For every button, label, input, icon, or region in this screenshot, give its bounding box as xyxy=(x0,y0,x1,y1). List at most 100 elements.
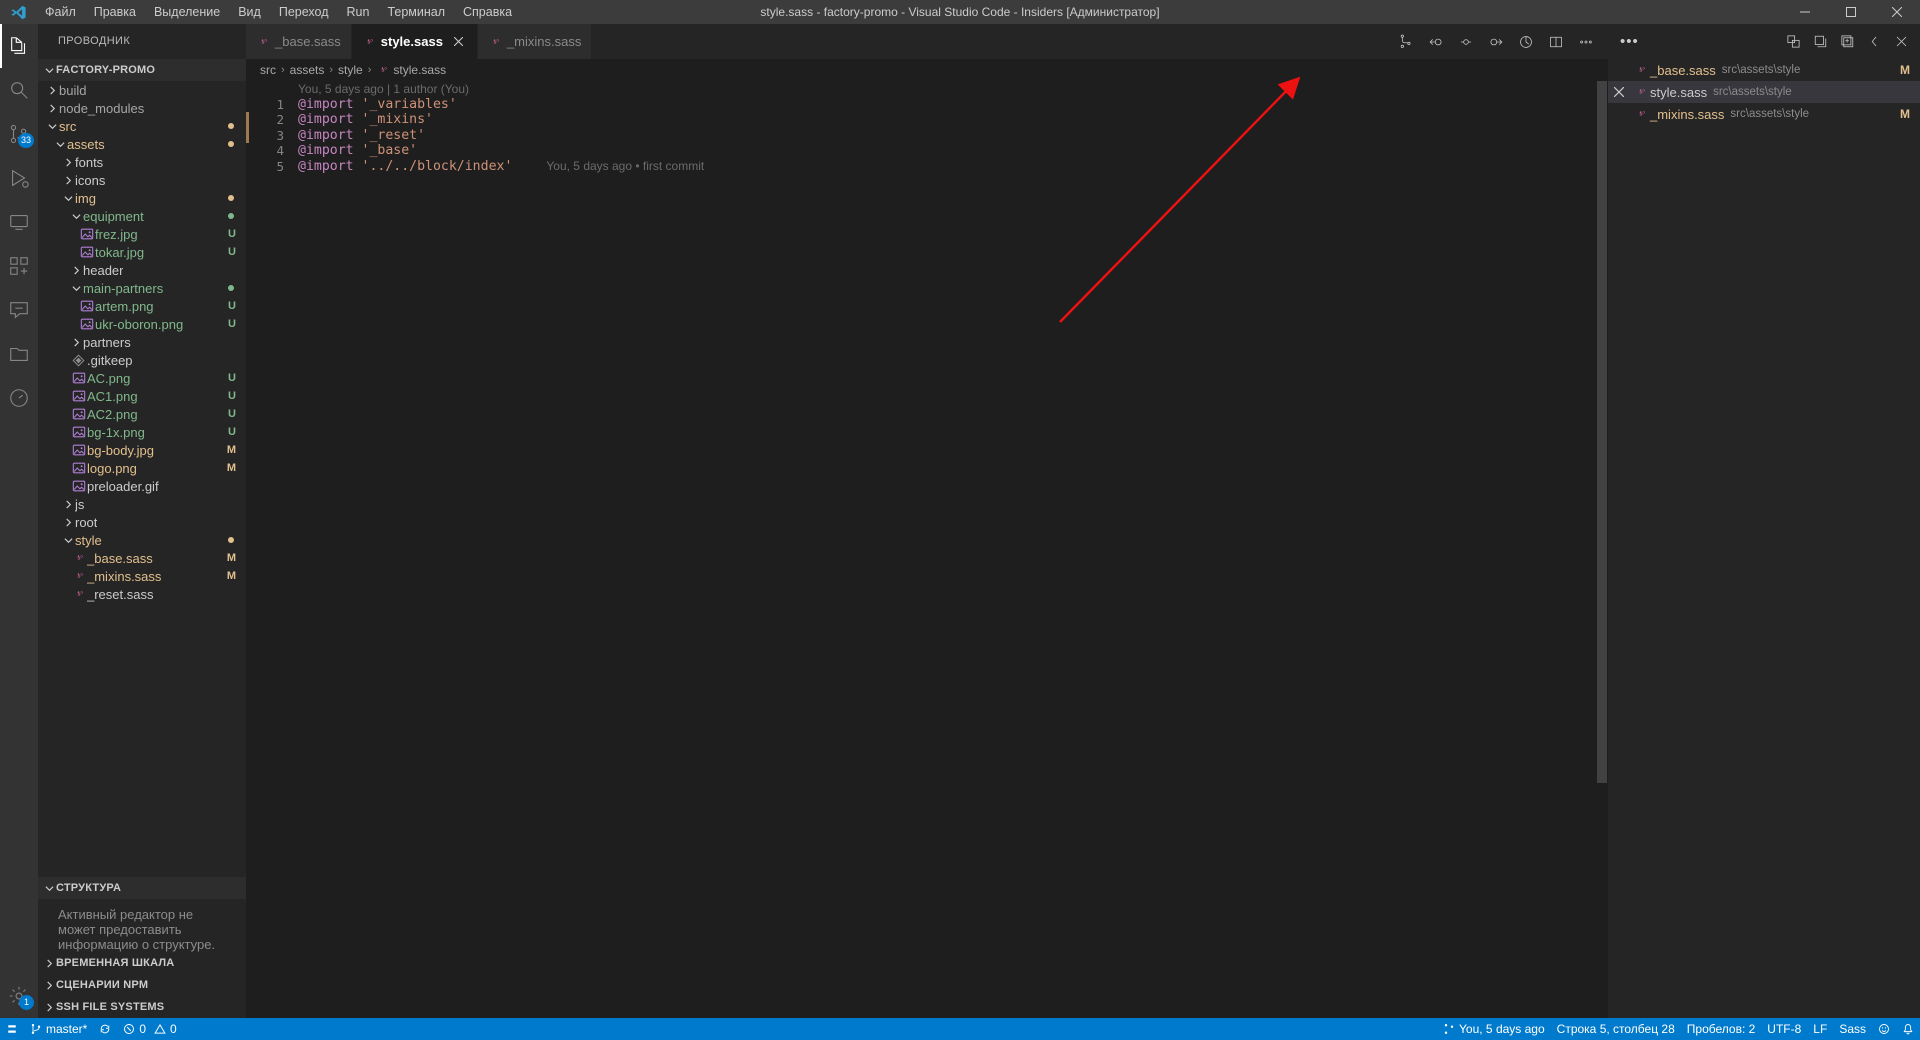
open-editors-list[interactable]: _base.sass src\assets\style Mstyle.sass src… xyxy=(1608,59,1920,125)
open-editor-row[interactable]: _base.sass src\assets\style M xyxy=(1608,59,1920,81)
tree-file-bg-1x-png[interactable]: bg-1x.png U xyxy=(38,423,246,441)
tree-folder-equipment[interactable]: equipment xyxy=(38,207,246,225)
open-editor-row[interactable]: _mixins.sass src\assets\style M xyxy=(1608,103,1920,125)
status-problems[interactable]: 0 0 xyxy=(117,1018,182,1040)
activity-extensions[interactable] xyxy=(0,244,38,288)
editor-tab-style-sass[interactable]: style.sass xyxy=(351,24,478,59)
editor-tabs[interactable]: _base.sass style.sass _mixins.sass xyxy=(246,24,593,59)
tree-folder-src[interactable]: src xyxy=(38,117,246,135)
activity-remote-explorer[interactable] xyxy=(0,200,38,244)
tree-folder-icons[interactable]: icons xyxy=(38,171,246,189)
menu-help[interactable]: Справка xyxy=(454,0,521,24)
menu-file[interactable]: Файл xyxy=(36,0,85,24)
status-feedback[interactable] xyxy=(1872,1018,1896,1040)
status-sync[interactable] xyxy=(93,1018,117,1040)
tree-file-reset-sass[interactable]: _reset.sass xyxy=(38,585,246,603)
split-editor-icon[interactable] xyxy=(1542,28,1570,56)
editor-actions[interactable] xyxy=(1392,24,1608,59)
menu-view[interactable]: Вид xyxy=(229,0,270,24)
status-eol[interactable]: LF xyxy=(1807,1018,1833,1040)
activity-live-server[interactable] xyxy=(0,376,38,420)
tree-file-bg-body-jpg[interactable]: bg-body.jpg M xyxy=(38,441,246,459)
tree-folder-js[interactable]: js xyxy=(38,495,246,513)
activity-bar[interactable]: 33 1 xyxy=(0,24,38,1018)
tree-file-artem-png[interactable]: artem.png U xyxy=(38,297,246,315)
activity-manage-settings[interactable]: 1 xyxy=(0,974,38,1018)
tree-folder-partners[interactable]: partners xyxy=(38,333,246,351)
tree-file-frez-jpg[interactable]: frez.jpg U xyxy=(38,225,246,243)
more-actions-icon[interactable]: ••• xyxy=(1620,34,1639,49)
menu-run[interactable]: Run xyxy=(338,0,379,24)
menu-bar[interactable]: Файл Правка Выделение Вид Переход Run Те… xyxy=(36,0,521,24)
breadcrumb-item[interactable]: assets xyxy=(290,63,325,77)
tab-close-icon[interactable] xyxy=(451,34,467,50)
editor-scrollbar[interactable] xyxy=(1594,81,1608,1018)
tree-file-ac-png[interactable]: AC.png U xyxy=(38,369,246,387)
activity-source-control[interactable]: 33 xyxy=(0,112,38,156)
tree-folder-assets[interactable]: assets xyxy=(38,135,246,153)
pane-header-ssh-file-systems[interactable]: SSH FILE SYSTEMS xyxy=(38,996,246,1018)
tree-folder-root[interactable]: root xyxy=(38,513,246,531)
more-actions-icon[interactable] xyxy=(1572,28,1600,56)
activity-live-share[interactable] xyxy=(0,288,38,332)
go-back-icon[interactable] xyxy=(1422,28,1450,56)
code-line[interactable]: 1 @import '_variables' xyxy=(246,97,1608,113)
previous-change-icon[interactable] xyxy=(1452,28,1480,56)
pane-header-timeline[interactable]: ВРЕМЕННАЯ ШКАЛА xyxy=(38,952,246,974)
status-cursor-position[interactable]: Строка 5, столбец 28 xyxy=(1551,1018,1681,1040)
tree-file-logo-png[interactable]: logo.png M xyxy=(38,459,246,477)
close-button[interactable] xyxy=(1874,0,1920,24)
window-controls[interactable] xyxy=(1782,0,1920,24)
status-branch[interactable]: master* xyxy=(24,1018,93,1040)
editor-tab-mixins-sass[interactable]: _mixins.sass xyxy=(477,24,593,59)
activity-explorer[interactable] xyxy=(0,24,38,68)
activity-search[interactable] xyxy=(0,68,38,112)
remote-indicator[interactable] xyxy=(0,1018,24,1040)
activity-run-and-debug[interactable] xyxy=(0,156,38,200)
menu-edit[interactable]: Правка xyxy=(85,0,145,24)
file-tree[interactable]: build node_modules src assets fonts icons img e… xyxy=(38,81,246,877)
tree-file-tokar-jpg[interactable]: tokar.jpg U xyxy=(38,243,246,261)
status-encoding[interactable]: UTF-8 xyxy=(1761,1018,1807,1040)
code-line[interactable]: 3 @import '_reset' xyxy=(246,128,1608,144)
save-all-icon[interactable] xyxy=(1807,29,1833,55)
status-blame[interactable]: You, 5 days ago xyxy=(1437,1018,1551,1040)
code-editor[interactable]: You, 5 days ago | 1 author (You) 1 @impor… xyxy=(246,81,1608,1018)
menu-terminal[interactable]: Терминал xyxy=(378,0,454,24)
breadcrumb[interactable]: src › assets › style › style.sass xyxy=(246,59,1608,81)
code-line[interactable]: 4 @import '_base' xyxy=(246,143,1608,159)
tree-file-preloader-gif[interactable]: preloader.gif xyxy=(38,477,246,495)
editor-tab-base-sass[interactable]: _base.sass xyxy=(246,24,352,59)
pane-header-npm-scripts[interactable]: СЦЕНАРИИ NPM xyxy=(38,974,246,996)
breadcrumb-item[interactable]: style.sass xyxy=(376,62,446,78)
breadcrumb-item[interactable]: style xyxy=(338,63,363,77)
tree-folder-fonts[interactable]: fonts xyxy=(38,153,246,171)
split-editor-compare-icon[interactable] xyxy=(1392,28,1420,56)
open-editors-actions[interactable] xyxy=(1780,29,1914,55)
breadcrumb-item[interactable]: src xyxy=(260,63,276,77)
close-panel-icon[interactable] xyxy=(1888,29,1914,55)
code-line[interactable]: 2 @import '_mixins' xyxy=(246,112,1608,128)
status-notifications-bell[interactable] xyxy=(1896,1018,1920,1040)
code-lines[interactable]: 1 @import '_variables' 2 @import '_mixins' 3… xyxy=(246,97,1608,175)
open-changes-icon[interactable] xyxy=(1780,29,1806,55)
status-language-mode[interactable]: Sass xyxy=(1833,1018,1872,1040)
tree-file-base-sass[interactable]: _base.sass M xyxy=(38,549,246,567)
pane-header-outline[interactable]: СТРУКТУРА xyxy=(38,877,246,899)
tree-folder-img[interactable]: img xyxy=(38,189,246,207)
tree-file-mixins-sass[interactable]: _mixins.sass M xyxy=(38,567,246,585)
minimize-button[interactable] xyxy=(1782,0,1828,24)
tree-folder-build[interactable]: build xyxy=(38,81,246,99)
close-icon[interactable] xyxy=(1608,87,1630,97)
pane-header-project[interactable]: FACTORY-PROMO xyxy=(38,59,246,81)
open-editor-row[interactable]: style.sass src\assets\style xyxy=(1608,81,1920,103)
collapse-icon[interactable] xyxy=(1861,29,1887,55)
tree-folder-style[interactable]: style xyxy=(38,531,246,549)
code-line[interactable]: 5 @import '../../block/index' You, 5 days … xyxy=(246,159,1608,175)
status-indentation[interactable]: Пробелов: 2 xyxy=(1681,1018,1762,1040)
next-change-icon[interactable] xyxy=(1482,28,1510,56)
activity-ssh-file-systems[interactable] xyxy=(0,332,38,376)
tree-file-gitkeep[interactable]: .gitkeep xyxy=(38,351,246,369)
tree-folder-node-modules[interactable]: node_modules xyxy=(38,99,246,117)
tree-file-ac2-png[interactable]: AC2.png U xyxy=(38,405,246,423)
